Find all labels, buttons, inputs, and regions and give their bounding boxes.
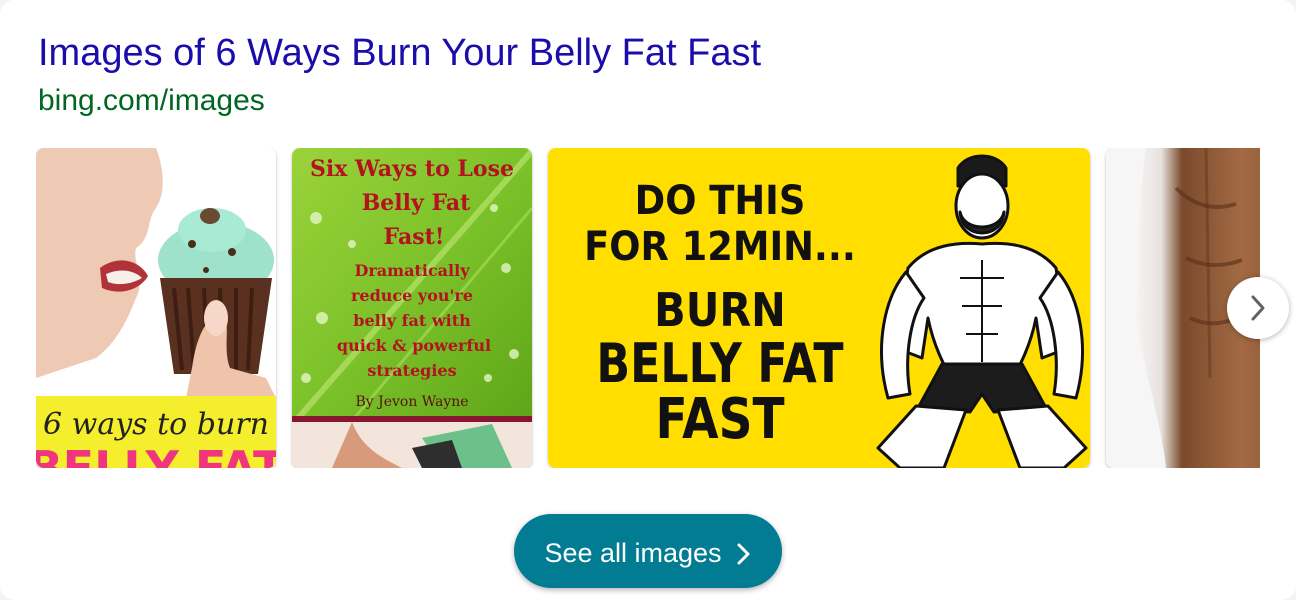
tile-3-line-4: BELLY FAT	[596, 332, 843, 395]
image-thumbnail-2[interactable]: Six Ways to Lose Belly Fat Fast! Dramati…	[292, 148, 532, 468]
tile-2-line-4: Dramatically	[355, 261, 471, 280]
cupcake-image: 6 ways to burn BELLY FAT	[36, 148, 276, 468]
tile-2-line-8: strategies	[367, 361, 456, 380]
tile-3-line-3: BURN	[654, 284, 786, 338]
tile-2-line-5: reduce you're	[351, 286, 473, 305]
chevron-right-icon	[737, 543, 750, 565]
tile-1-caption-2: BELLY FAT	[36, 441, 276, 468]
workout-image: DO THIS FOR 12MIN... BURN BELLY FAT FAST	[548, 148, 1090, 468]
image-thumbnail-3[interactable]: DO THIS FOR 12MIN... BURN BELLY FAT FAST	[548, 148, 1090, 468]
book-cover-image: Six Ways to Lose Belly Fat Fast! Dramati…	[292, 148, 532, 468]
tile-2-line-3: Fast!	[384, 224, 445, 250]
result-title-link[interactable]: Images of 6 Ways Burn Your Belly Fat Fas…	[38, 30, 761, 76]
chevron-right-icon	[1251, 295, 1265, 321]
tile-3-line-1: DO THIS	[635, 178, 806, 225]
tile-2-line-7: quick & powerful	[337, 336, 491, 355]
tile-3-line-5: FAST	[655, 387, 784, 452]
tile-2-author: By Jevon Wayne	[355, 394, 468, 410]
tile-3-line-2: FOR 12MIN...	[584, 224, 856, 271]
tile-2-line-2: Belly Fat	[362, 190, 471, 216]
image-thumbnail-1[interactable]: 6 ways to burn BELLY FAT	[36, 148, 276, 468]
tile-2-line-1: Six Ways to Lose	[310, 156, 514, 182]
result-source-url[interactable]: bing.com/images	[38, 82, 265, 120]
image-results-card: Images of 6 Ways Burn Your Belly Fat Fas…	[0, 0, 1296, 600]
tile-2-line-6: belly fat with	[353, 311, 471, 330]
see-all-images-button[interactable]: See all images	[514, 514, 782, 588]
image-carousel: 6 ways to burn BELLY FAT Six Ways to Los…	[36, 148, 1260, 468]
tile-1-caption: 6 ways to burn	[43, 407, 269, 442]
carousel-next-button[interactable]	[1227, 277, 1289, 339]
